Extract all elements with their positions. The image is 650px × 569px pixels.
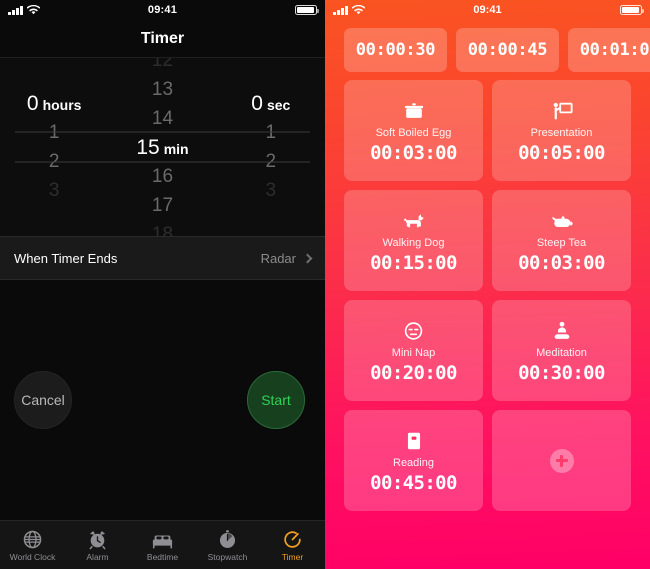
status-bar-clock: 09:41 xyxy=(473,4,502,16)
battery-icon xyxy=(294,5,319,15)
picker-column-hours[interactable]: 0 hours 1 2 3 xyxy=(0,58,108,236)
picker-column-minutes[interactable]: 12 13 14 15 min 16 17 18 xyxy=(108,58,216,236)
picker-seconds-option[interactable]: 1 xyxy=(266,118,277,147)
meditation-icon xyxy=(551,318,573,344)
timer-actions: Cancel Start xyxy=(0,280,325,520)
status-bar-left xyxy=(333,5,419,15)
picker-hours-option[interactable]: 3 xyxy=(49,176,60,205)
stopwatch-icon xyxy=(219,529,236,548)
preset-timer-grid: Soft Boiled Egg 00:03:00 Presentation 00… xyxy=(325,80,650,569)
status-bar-right xyxy=(231,5,319,15)
preset-time: 00:45:00 xyxy=(370,471,457,494)
presentation-icon xyxy=(550,98,574,124)
cooking-pot-icon xyxy=(402,98,426,124)
tab-bedtime[interactable]: Bedtime xyxy=(130,529,195,562)
tab-alarm[interactable]: Alarm xyxy=(65,529,130,562)
preset-time: 00:03:00 xyxy=(518,251,605,274)
preset-time: 00:30:00 xyxy=(518,361,605,384)
when-timer-ends-value: Radar xyxy=(260,250,313,266)
picker-minutes-option[interactable]: 18 xyxy=(152,220,173,237)
teapot-icon xyxy=(549,208,575,234)
preset-tile[interactable]: Reading 00:45:00 xyxy=(344,410,483,511)
preset-tile[interactable]: Steep Tea 00:03:00 xyxy=(492,190,631,291)
add-timer-tile[interactable] xyxy=(492,410,631,511)
picker-minutes-option[interactable]: 13 xyxy=(152,75,173,104)
preset-time: 00:20:00 xyxy=(370,361,457,384)
tab-label: Bedtime xyxy=(146,551,179,562)
preset-time: 00:15:00 xyxy=(370,251,457,274)
dual-screen-container: 09:41 Timer 0 hours 1 2 3 12 13 14 15 mi… xyxy=(0,0,650,569)
status-bar: 09:41 xyxy=(0,0,325,20)
chevron-right-icon xyxy=(302,253,313,263)
page-title: Timer xyxy=(0,20,325,58)
bed-icon xyxy=(152,534,173,549)
cellular-bars-icon xyxy=(8,5,23,15)
tab-label: Timer xyxy=(281,551,304,562)
tab-stopwatch[interactable]: Stopwatch xyxy=(195,529,260,562)
preset-label: Steep Tea xyxy=(536,236,587,249)
preset-label: Meditation xyxy=(536,346,587,359)
when-timer-ends-label: When Timer Ends xyxy=(14,250,118,266)
tab-timer[interactable]: Timer xyxy=(260,529,325,562)
preset-tile[interactable]: Soft Boiled Egg 00:03:00 xyxy=(344,80,483,181)
status-bar-left xyxy=(8,5,94,15)
preset-label: Walking Dog xyxy=(382,236,445,249)
preset-label: Presentation xyxy=(530,126,593,139)
picker-minutes-option[interactable]: 16 xyxy=(152,162,173,191)
cellular-bars-icon xyxy=(333,5,348,15)
picker-columns: 0 hours 1 2 3 12 13 14 15 min 16 17 18 0… xyxy=(0,58,325,236)
preset-label: Mini Nap xyxy=(391,346,436,359)
picker-hours-option[interactable]: 1 xyxy=(49,118,60,147)
sound-name: Radar xyxy=(260,250,296,266)
dog-icon xyxy=(401,208,427,234)
preset-label: Reading xyxy=(393,456,434,469)
tab-bar: World Clock Alarm Bedtime Stopwatch Time… xyxy=(0,520,325,569)
picker-seconds-option[interactable]: 3 xyxy=(266,176,277,205)
plus-circle-icon xyxy=(549,448,574,473)
picker-hours-selected: 0 hours xyxy=(26,92,82,115)
picker-seconds-selected: 0 sec xyxy=(251,92,291,115)
book-icon xyxy=(403,428,425,454)
picker-seconds-option[interactable]: 2 xyxy=(266,147,277,176)
preset-label: Soft Boiled Egg xyxy=(375,126,452,139)
quick-chip[interactable]: 00:01:00 xyxy=(568,28,650,72)
preset-tile[interactable]: Presentation 00:05:00 xyxy=(492,80,631,181)
picker-minutes-option[interactable]: 14 xyxy=(152,104,173,133)
battery-icon xyxy=(619,5,644,15)
wifi-icon xyxy=(351,5,365,15)
tab-label: Stopwatch xyxy=(207,551,248,562)
timer-setup-screen: 09:41 Timer 0 hours 1 2 3 12 13 14 15 mi… xyxy=(0,0,325,569)
timer-icon xyxy=(284,530,301,548)
picker-hours-option[interactable]: 2 xyxy=(49,147,60,176)
preset-time: 00:03:00 xyxy=(370,141,457,164)
sleeping-face-icon xyxy=(402,318,425,344)
status-bar-right xyxy=(556,5,644,15)
globe-icon xyxy=(23,530,42,548)
when-timer-ends-row[interactable]: When Timer Ends Radar xyxy=(0,236,325,280)
status-bar-clock: 09:41 xyxy=(147,4,178,16)
quick-duration-chips: 00:00:30 00:00:45 00:01:00 xyxy=(325,20,650,80)
wifi-icon xyxy=(26,5,40,15)
preset-tile[interactable]: Meditation 00:30:00 xyxy=(492,300,631,401)
picker-minutes-option[interactable]: 12 xyxy=(152,58,173,75)
preset-time: 00:05:00 xyxy=(518,141,605,164)
tab-world-clock[interactable]: World Clock xyxy=(0,529,65,562)
alarm-clock-icon xyxy=(89,530,106,549)
tab-label: World Clock xyxy=(9,551,56,562)
tab-label: Alarm xyxy=(86,551,109,562)
preset-tile[interactable]: Mini Nap 00:20:00 xyxy=(344,300,483,401)
picker-minutes-option[interactable]: 17 xyxy=(152,191,173,220)
start-button[interactable]: Start xyxy=(247,371,305,429)
picker-minutes-selected: 15 min xyxy=(136,135,189,159)
picker-column-seconds[interactable]: 0 sec 1 2 3 xyxy=(217,58,325,236)
quick-chip[interactable]: 00:00:45 xyxy=(456,28,559,72)
duration-picker[interactable]: 0 hours 1 2 3 12 13 14 15 min 16 17 18 0… xyxy=(0,58,325,236)
status-bar: 09:41 xyxy=(325,0,650,20)
cancel-button[interactable]: Cancel xyxy=(14,371,72,429)
quick-chip[interactable]: 00:00:30 xyxy=(344,28,447,72)
timer-presets-screen: 09:41 00:00:30 00:00:45 00:01:00 Soft Bo… xyxy=(325,0,650,569)
preset-tile[interactable]: Walking Dog 00:15:00 xyxy=(344,190,483,291)
